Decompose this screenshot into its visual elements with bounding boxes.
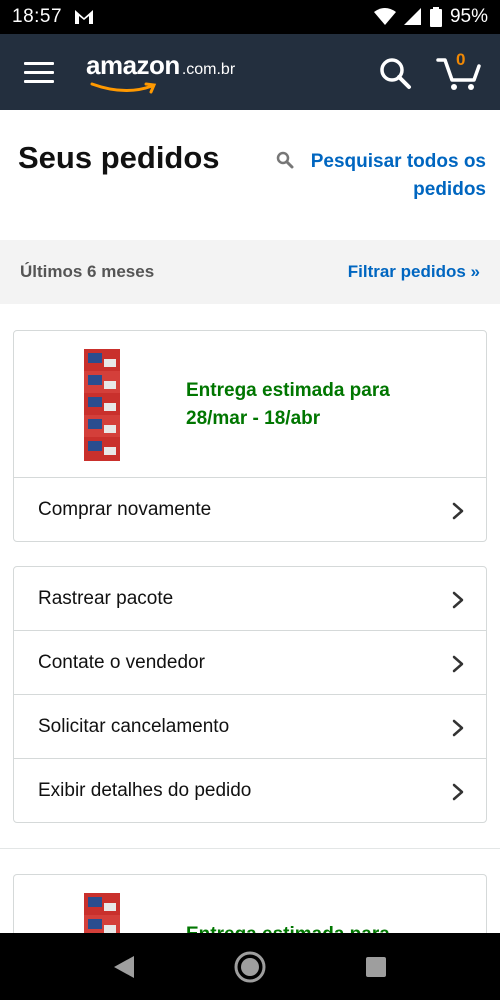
delivery-estimate-label: Entrega estimada para: [186, 380, 390, 401]
status-icons: 95%: [373, 6, 488, 28]
amazon-logo[interactable]: amazon .com.br: [86, 50, 236, 94]
gmail-notification-icon: [75, 10, 94, 24]
product-thumbnail[interactable]: [82, 349, 122, 461]
signal-icon: [403, 8, 421, 25]
delivery-estimate-dates: 28/mar - 18/abr: [186, 408, 321, 429]
chevron-right-icon: [452, 591, 464, 609]
logo-smile-icon: [90, 82, 157, 94]
page-title: Seus pedidos: [18, 140, 220, 175]
chevron-right-icon: [452, 719, 464, 737]
chevron-right-icon: [452, 655, 464, 673]
app-header: amazon .com.br 0: [0, 34, 500, 110]
request-cancellation-label: Solicitar cancelamento: [38, 715, 230, 737]
system-nav-bar: [0, 933, 500, 1000]
chevron-right-icon: [452, 502, 464, 520]
home-icon[interactable]: [233, 950, 267, 984]
back-icon[interactable]: [112, 954, 136, 980]
wifi-icon: [373, 8, 396, 25]
contact-seller-label: Contate o vendedor: [38, 651, 205, 673]
logo-tld: .com.br: [181, 61, 236, 78]
menu-icon[interactable]: [24, 62, 54, 84]
search-all-orders-text: Pesquisar todos os pedidos: [310, 151, 486, 200]
cart-count: 0: [456, 50, 466, 69]
logo-word: amazon: [86, 50, 180, 80]
status-time: 18:57: [12, 6, 63, 27]
filter-orders-link[interactable]: Filtrar pedidos »: [348, 262, 480, 282]
filter-bar: Últimos 6 meses Filtrar pedidos »: [0, 240, 500, 304]
section-divider: [0, 848, 500, 849]
battery-percent: 95%: [449, 6, 488, 27]
recent-apps-icon[interactable]: [365, 956, 387, 978]
delivery-estimate: Entrega estimada para 28/mar - 18/abr: [186, 377, 390, 433]
request-cancellation-button[interactable]: Solicitar cancelamento: [14, 695, 486, 759]
battery-icon: [429, 7, 442, 27]
search-all-orders-link[interactable]: Pesquisar todos os pedidos: [276, 148, 486, 204]
order-details-label: Exibir detalhes do pedido: [38, 780, 252, 801]
track-package-label: Rastrear pacote: [38, 587, 174, 609]
orders-title-area: Seus pedidos Pesquisar todos os pedidos: [0, 110, 500, 240]
time-range-label: Últimos 6 meses: [20, 262, 155, 281]
search-icon[interactable]: [378, 56, 412, 90]
order-details-button[interactable]: Exibir detalhes do pedido: [14, 759, 486, 822]
chevron-right-icon: [452, 783, 464, 801]
order-actions-card: Rastrear pacote Contate o vendedor Solic…: [13, 566, 487, 823]
shipment-summary[interactable]: Entrega estimada para 28/mar - 18/abr: [14, 331, 486, 478]
order-card: Entrega estimada para 28/mar - 18/abr Co…: [13, 330, 487, 542]
status-bar: 18:57 95%: [0, 0, 500, 34]
search-small-icon: [276, 151, 294, 169]
contact-seller-button[interactable]: Contate o vendedor: [14, 631, 486, 695]
track-package-button[interactable]: Rastrear pacote: [14, 567, 486, 631]
buy-again-label: Comprar novamente: [38, 499, 212, 520]
cart-button[interactable]: 0: [436, 50, 482, 92]
buy-again-button[interactable]: Comprar novamente: [14, 478, 486, 541]
